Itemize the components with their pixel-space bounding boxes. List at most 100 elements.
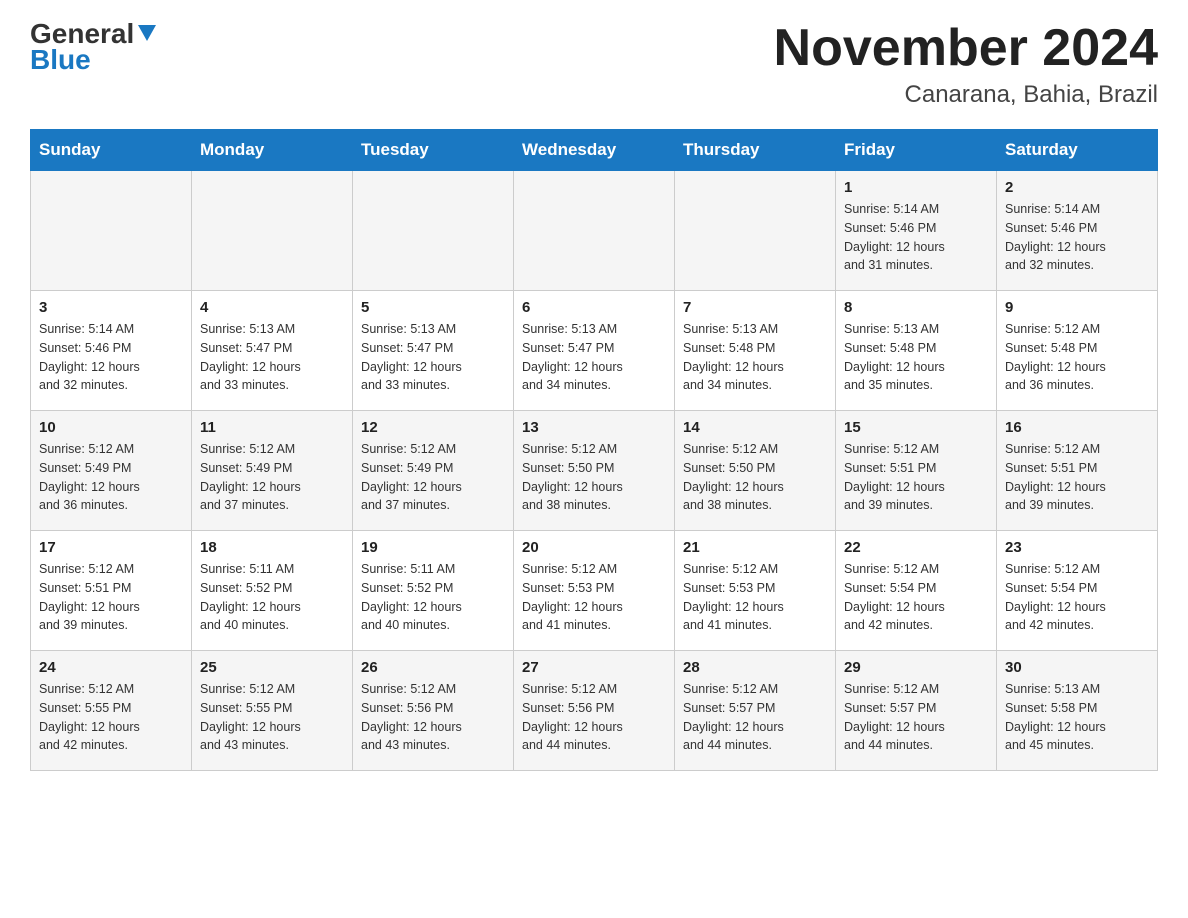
header-saturday: Saturday [997, 130, 1158, 171]
day-info: Sunrise: 5:12 AM Sunset: 5:49 PM Dayligh… [200, 440, 344, 515]
day-info: Sunrise: 5:14 AM Sunset: 5:46 PM Dayligh… [1005, 200, 1149, 275]
day-number: 21 [683, 539, 827, 556]
day-number: 27 [522, 659, 666, 676]
table-row: 10 Sunrise: 5:12 AM Sunset: 5:49 PM Dayli… [31, 411, 192, 531]
day-info: Sunrise: 5:12 AM Sunset: 5:51 PM Dayligh… [1005, 440, 1149, 515]
table-row: 18Sunrise: 5:11 AM Sunset: 5:52 PM Dayli… [192, 531, 353, 651]
table-row: 19Sunrise: 5:11 AM Sunset: 5:52 PM Dayli… [353, 531, 514, 651]
table-row: 28 Sunrise: 5:12 AM Sunset: 5:57 PM Dayli… [675, 651, 836, 771]
day-number: 3 [39, 299, 183, 316]
table-row: 24 Sunrise: 5:12 AM Sunset: 5:55 PM Dayli… [31, 651, 192, 771]
day-info: Sunrise: 5:12 AM Sunset: 5:56 PM Dayligh… [361, 680, 505, 755]
table-row: 1 Sunrise: 5:14 AM Sunset: 5:46 PM Daylig… [836, 171, 997, 291]
table-row: 2 Sunrise: 5:14 AM Sunset: 5:46 PM Daylig… [997, 171, 1158, 291]
page-header: General Blue November 2024 Canarana, Bah… [30, 20, 1158, 109]
header-monday: Monday [192, 130, 353, 171]
table-row: 15 Sunrise: 5:12 AM Sunset: 5:51 PM Dayli… [836, 411, 997, 531]
table-row [31, 171, 192, 291]
calendar-week-row: 1 Sunrise: 5:14 AM Sunset: 5:46 PM Daylig… [31, 171, 1158, 291]
table-row: 4 Sunrise: 5:13 AM Sunset: 5:47 PM Daylig… [192, 291, 353, 411]
table-row: 6 Sunrise: 5:13 AM Sunset: 5:47 PM Daylig… [514, 291, 675, 411]
table-row: 3Sunrise: 5:14 AM Sunset: 5:46 PM Daylig… [31, 291, 192, 411]
table-row: 26Sunrise: 5:12 AM Sunset: 5:56 PM Dayli… [353, 651, 514, 771]
day-info: Sunrise: 5:14 AM Sunset: 5:46 PM Dayligh… [844, 200, 988, 275]
day-number: 20 [522, 539, 666, 556]
logo-blue: Blue [30, 44, 91, 76]
logo-triangle-icon [136, 21, 158, 43]
day-info: Sunrise: 5:12 AM Sunset: 5:54 PM Dayligh… [844, 560, 988, 635]
calendar-week-row: 17 Sunrise: 5:12 AM Sunset: 5:51 PM Dayli… [31, 531, 1158, 651]
table-row: 14Sunrise: 5:12 AM Sunset: 5:50 PM Dayli… [675, 411, 836, 531]
table-row: 9 Sunrise: 5:12 AM Sunset: 5:48 PM Daylig… [997, 291, 1158, 411]
day-number: 24 [39, 659, 183, 676]
logo: General Blue [30, 20, 158, 76]
day-number: 10 [39, 419, 183, 436]
day-number: 17 [39, 539, 183, 556]
day-info: Sunrise: 5:12 AM Sunset: 5:57 PM Dayligh… [683, 680, 827, 755]
day-number: 25 [200, 659, 344, 676]
day-info: Sunrise: 5:13 AM Sunset: 5:47 PM Dayligh… [522, 320, 666, 395]
table-row [192, 171, 353, 291]
header-tuesday: Tuesday [353, 130, 514, 171]
day-number: 18 [200, 539, 344, 556]
day-number: 16 [1005, 419, 1149, 436]
day-number: 9 [1005, 299, 1149, 316]
header-friday: Friday [836, 130, 997, 171]
table-row: 23Sunrise: 5:12 AM Sunset: 5:54 PM Dayli… [997, 531, 1158, 651]
day-number: 11 [200, 419, 344, 436]
day-number: 2 [1005, 179, 1149, 196]
table-row [353, 171, 514, 291]
month-title: November 2024 [774, 20, 1158, 77]
day-number: 12 [361, 419, 505, 436]
day-info: Sunrise: 5:12 AM Sunset: 5:51 PM Dayligh… [844, 440, 988, 515]
day-number: 13 [522, 419, 666, 436]
table-row: 21Sunrise: 5:12 AM Sunset: 5:53 PM Dayli… [675, 531, 836, 651]
table-row: 22Sunrise: 5:12 AM Sunset: 5:54 PM Dayli… [836, 531, 997, 651]
calendar-table: Sunday Monday Tuesday Wednesday Thursday… [30, 129, 1158, 771]
day-info: Sunrise: 5:12 AM Sunset: 5:53 PM Dayligh… [522, 560, 666, 635]
day-number: 28 [683, 659, 827, 676]
day-number: 29 [844, 659, 988, 676]
day-info: Sunrise: 5:12 AM Sunset: 5:56 PM Dayligh… [522, 680, 666, 755]
table-row: 16 Sunrise: 5:12 AM Sunset: 5:51 PM Dayli… [997, 411, 1158, 531]
table-row: 11 Sunrise: 5:12 AM Sunset: 5:49 PM Dayli… [192, 411, 353, 531]
table-row: 27 Sunrise: 5:12 AM Sunset: 5:56 PM Dayli… [514, 651, 675, 771]
day-info: Sunrise: 5:12 AM Sunset: 5:49 PM Dayligh… [361, 440, 505, 515]
day-number: 7 [683, 299, 827, 316]
day-info: Sunrise: 5:12 AM Sunset: 5:55 PM Dayligh… [39, 680, 183, 755]
day-info: Sunrise: 5:13 AM Sunset: 5:47 PM Dayligh… [200, 320, 344, 395]
header-thursday: Thursday [675, 130, 836, 171]
table-row: 5Sunrise: 5:13 AM Sunset: 5:47 PM Daylig… [353, 291, 514, 411]
day-number: 1 [844, 179, 988, 196]
day-info: Sunrise: 5:12 AM Sunset: 5:55 PM Dayligh… [200, 680, 344, 755]
header-wednesday: Wednesday [514, 130, 675, 171]
day-info: Sunrise: 5:11 AM Sunset: 5:52 PM Dayligh… [361, 560, 505, 635]
table-row: 30Sunrise: 5:13 AM Sunset: 5:58 PM Dayli… [997, 651, 1158, 771]
table-row [675, 171, 836, 291]
header-sunday: Sunday [31, 130, 192, 171]
table-row: 7Sunrise: 5:13 AM Sunset: 5:48 PM Daylig… [675, 291, 836, 411]
day-info: Sunrise: 5:13 AM Sunset: 5:48 PM Dayligh… [844, 320, 988, 395]
table-row: 13Sunrise: 5:12 AM Sunset: 5:50 PM Dayli… [514, 411, 675, 531]
weekday-header-row: Sunday Monday Tuesday Wednesday Thursday… [31, 130, 1158, 171]
calendar-week-row: 3Sunrise: 5:14 AM Sunset: 5:46 PM Daylig… [31, 291, 1158, 411]
table-row: 17 Sunrise: 5:12 AM Sunset: 5:51 PM Dayli… [31, 531, 192, 651]
day-info: Sunrise: 5:12 AM Sunset: 5:54 PM Dayligh… [1005, 560, 1149, 635]
calendar-week-row: 10 Sunrise: 5:12 AM Sunset: 5:49 PM Dayli… [31, 411, 1158, 531]
day-info: Sunrise: 5:12 AM Sunset: 5:49 PM Dayligh… [39, 440, 183, 515]
day-number: 6 [522, 299, 666, 316]
day-info: Sunrise: 5:12 AM Sunset: 5:57 PM Dayligh… [844, 680, 988, 755]
table-row: 12 Sunrise: 5:12 AM Sunset: 5:49 PM Dayli… [353, 411, 514, 531]
table-row: 8Sunrise: 5:13 AM Sunset: 5:48 PM Daylig… [836, 291, 997, 411]
day-number: 15 [844, 419, 988, 436]
day-number: 14 [683, 419, 827, 436]
day-info: Sunrise: 5:12 AM Sunset: 5:51 PM Dayligh… [39, 560, 183, 635]
day-info: Sunrise: 5:13 AM Sunset: 5:47 PM Dayligh… [361, 320, 505, 395]
table-row [514, 171, 675, 291]
day-info: Sunrise: 5:13 AM Sunset: 5:58 PM Dayligh… [1005, 680, 1149, 755]
day-number: 4 [200, 299, 344, 316]
table-row: 25 Sunrise: 5:12 AM Sunset: 5:55 PM Dayli… [192, 651, 353, 771]
day-info: Sunrise: 5:12 AM Sunset: 5:48 PM Dayligh… [1005, 320, 1149, 395]
table-row: 29 Sunrise: 5:12 AM Sunset: 5:57 PM Dayli… [836, 651, 997, 771]
title-section: November 2024 Canarana, Bahia, Brazil [774, 20, 1158, 109]
